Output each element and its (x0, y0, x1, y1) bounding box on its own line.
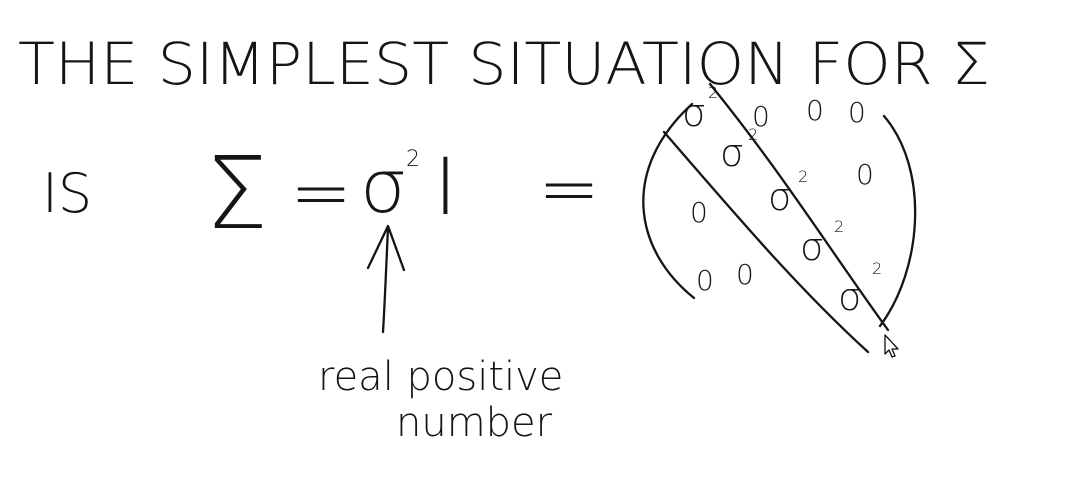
matrix-zero-entry: 0 (806, 94, 824, 127)
annotation-line-2: number (396, 400, 553, 446)
svg-text:σ: σ (800, 225, 824, 269)
annotation-line-1: real positive (318, 354, 563, 400)
svg-text:2: 2 (834, 217, 844, 236)
sigma-coefficient: σ (360, 144, 407, 230)
matrix-diagonal-entry: σ 2 (768, 167, 808, 219)
matrix-right-bracket (878, 114, 917, 328)
identity-symbol: I (434, 143, 457, 233)
svg-text:2: 2 (708, 83, 718, 102)
sigma-symbol: Σ (205, 135, 268, 252)
statement-word: IS (42, 162, 92, 225)
matrix-diagonal-entry: σ 2 (800, 217, 844, 269)
matrix-diagonal-entry: σ 2 (682, 83, 718, 135)
mouse-pointer-icon (884, 334, 899, 358)
svg-text:2: 2 (798, 167, 808, 186)
whiteboard-drawing: THE SIMPLEST SITUATION FOR Σ IS Σ = σ 2 … (18, 30, 990, 446)
svg-text:σ: σ (768, 175, 792, 219)
matrix-zero-entry: 0 (696, 264, 714, 297)
matrix-zero-entry: 0 (690, 196, 708, 229)
matrix-zero-entry: 0 (752, 100, 770, 133)
whiteboard-canvas: THE SIMPLEST SITUATION FOR Σ IS Σ = σ 2 … (0, 0, 1066, 491)
title-text: THE SIMPLEST SITUATION FOR Σ (18, 30, 990, 98)
svg-text:2: 2 (872, 259, 882, 278)
arrow-up-icon (366, 224, 406, 334)
svg-text:σ: σ (838, 275, 862, 319)
svg-text:σ: σ (682, 91, 706, 135)
coefficient-exponent: 2 (406, 147, 420, 172)
matrix-zero-entry: 0 (848, 96, 866, 129)
svg-text:σ: σ (720, 131, 744, 175)
diagonal-band-lower (662, 130, 870, 354)
matrix-zero-entry: 0 (736, 258, 754, 291)
equals-sign-2: = (538, 146, 600, 232)
equals-sign: = (290, 150, 352, 236)
matrix-zero-entry: 0 (856, 158, 874, 191)
